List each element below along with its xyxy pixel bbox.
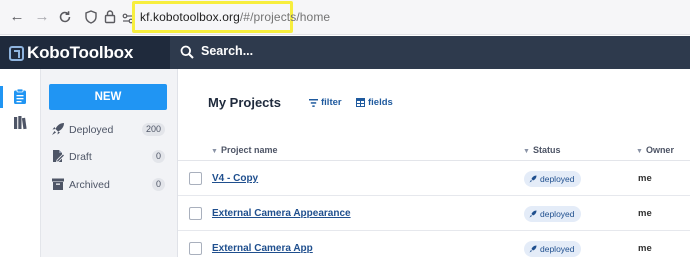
sort-caret-icon: ▼ — [636, 148, 643, 155]
table-row[interactable]: External Camera Appearance deployed me — [178, 197, 690, 231]
browser-toolbar: ← → kf.kobotoolbox.org/#/projects/home — [0, 0, 690, 35]
url-path: /#/projects/home — [239, 10, 331, 24]
new-project-button[interactable]: NEW — [49, 84, 167, 110]
fields-button[interactable]: fields — [356, 97, 393, 108]
archive-icon — [51, 177, 65, 196]
clipboard-icon[interactable] — [13, 88, 27, 110]
table-header: ▼ Project name ▼ Status ▼ Owner — [178, 140, 690, 161]
search-icon — [180, 45, 194, 64]
url-host: kf.kobotoolbox.org — [140, 10, 240, 24]
forward-arrow-icon[interactable]: → — [33, 8, 51, 26]
lock-icon[interactable] — [104, 9, 116, 29]
rail-active-indicator — [0, 86, 3, 108]
sidebar-item-archived[interactable]: Archived 0 — [49, 176, 167, 194]
fields-label: fields — [368, 97, 393, 108]
status-text: deployed — [540, 244, 575, 254]
column-header-owner[interactable]: ▼ Owner — [636, 145, 674, 155]
row-checkbox[interactable] — [189, 207, 202, 220]
sidebar-item-count: 0 — [151, 178, 165, 191]
kobotoolbox-logo[interactable]: KoboToolbox — [9, 43, 133, 63]
column-header-project-name[interactable]: ▼ Project name — [211, 145, 277, 155]
status-badge: deployed — [524, 241, 581, 257]
draft-icon — [51, 149, 66, 168]
sidebar-item-label: Draft — [69, 151, 92, 163]
rocket-icon — [51, 122, 65, 141]
sidebar-item-label: Archived — [69, 179, 110, 191]
table-row[interactable]: V4 - Copy deployed me — [178, 162, 690, 196]
filter-button[interactable]: filter — [309, 97, 342, 108]
status-badge: deployed — [524, 206, 581, 222]
deployed-icon — [529, 245, 537, 253]
reload-icon[interactable] — [56, 8, 74, 26]
address-bar[interactable]: kf.kobotoolbox.org/#/projects/home — [140, 10, 330, 24]
status-text: deployed — [540, 209, 575, 219]
filter-icon — [309, 98, 318, 107]
sidebar-item-label: Deployed — [69, 124, 114, 136]
library-books-icon[interactable] — [13, 115, 28, 135]
status-badge: deployed — [524, 171, 581, 187]
column-header-status[interactable]: ▼ Status — [523, 145, 560, 155]
deployed-icon — [529, 210, 537, 218]
sidebar-item-deployed[interactable]: Deployed 200 — [49, 121, 167, 139]
filter-label: filter — [321, 97, 342, 108]
row-checkbox[interactable] — [189, 172, 202, 185]
project-name-link[interactable]: External Camera App — [212, 243, 313, 254]
shield-icon[interactable] — [85, 10, 97, 29]
status-text: deployed — [540, 174, 575, 184]
logo-text: KoboToolbox — [27, 43, 134, 62]
table-row[interactable]: External Camera App deployed me — [178, 232, 690, 257]
deployed-icon — [529, 175, 537, 183]
owner-cell: me — [638, 208, 652, 219]
sort-caret-icon: ▼ — [523, 148, 530, 155]
project-name-link[interactable]: External Camera Appearance — [212, 208, 351, 219]
back-arrow-icon[interactable]: ← — [8, 8, 26, 26]
project-name-link[interactable]: V4 - Copy — [212, 173, 258, 184]
page-title: My Projects — [208, 95, 281, 110]
sidebar-item-count: 200 — [141, 123, 165, 136]
owner-cell: me — [638, 243, 652, 254]
owner-cell: me — [638, 173, 652, 184]
sidebar-item-count: 0 — [151, 150, 165, 163]
table-columns-icon — [356, 98, 365, 107]
row-checkbox[interactable] — [189, 242, 202, 255]
sidebar-item-draft[interactable]: Draft 0 — [49, 148, 167, 166]
sort-caret-icon: ▼ — [211, 148, 218, 155]
kobo-logo-icon — [9, 45, 24, 61]
search-input[interactable]: Search... — [201, 44, 253, 58]
